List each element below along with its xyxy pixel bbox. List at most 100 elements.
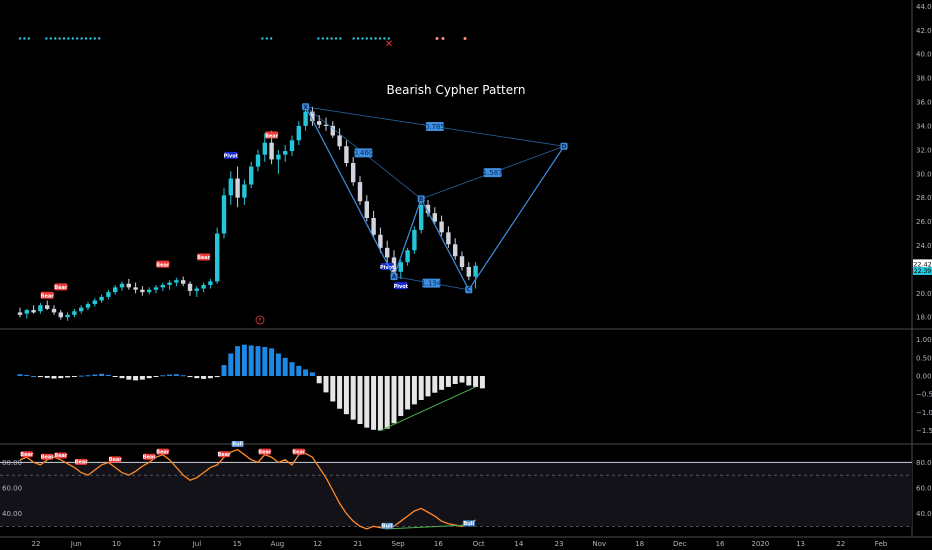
x-tick-label: Jun — [70, 540, 82, 548]
candle-body — [215, 233, 220, 282]
hist-bar — [398, 376, 404, 416]
candle-body — [289, 140, 295, 152]
candle-body — [51, 308, 57, 313]
hist-bar — [289, 362, 295, 376]
signal-dot — [378, 37, 382, 40]
candle-body — [153, 287, 159, 290]
candle-body — [473, 265, 478, 277]
hist-bar — [99, 373, 105, 376]
candle-body — [351, 163, 356, 183]
candle-body — [453, 244, 458, 257]
candle-body — [187, 283, 193, 291]
signal-dot — [321, 37, 324, 40]
pattern-point-label: D — [562, 143, 567, 150]
rsi-tick-label: 80.00 — [2, 459, 22, 467]
rsi-tag-label: Bull — [232, 442, 243, 448]
signal-dot — [80, 37, 83, 40]
rsi-band — [0, 462, 912, 527]
x-tick-label: 22 — [836, 540, 845, 548]
hist-bar — [350, 376, 356, 420]
signal-dot — [71, 37, 75, 40]
signal-dot — [265, 37, 268, 40]
signal-dot — [67, 37, 70, 40]
signal-dot — [370, 37, 373, 40]
hist-bar — [37, 376, 43, 378]
hist-bar — [71, 376, 77, 377]
hist-bar — [51, 376, 57, 379]
f-marker-label: F — [259, 318, 262, 324]
x-tick-label: 23 — [555, 540, 564, 548]
pattern-ratio-label: 1.587 — [483, 169, 503, 177]
hist-bar — [119, 376, 125, 379]
x-tick-label: 13 — [796, 540, 805, 548]
rsi-tag-label: Bear — [41, 454, 55, 460]
candle-body — [113, 287, 118, 293]
signal-dot — [54, 37, 57, 40]
x-tick-label: 21 — [353, 540, 362, 548]
signal-tag-label: Bear — [156, 262, 170, 268]
candle-body — [221, 195, 227, 234]
x-tick-label: 18 — [635, 540, 644, 548]
candle-body — [119, 283, 125, 288]
signal-tag-label: Bear — [265, 133, 279, 139]
signal-tag-label: Bear — [54, 285, 68, 291]
signal-dot — [58, 37, 61, 40]
hist-tick-label: 0.50 — [916, 354, 932, 362]
candle-body — [344, 146, 349, 163]
x-tick-label: 16 — [434, 540, 443, 548]
candle-body — [439, 221, 444, 233]
chart-root: ✕ F Bear Bear Bear Bear Pivot Bear Pivot Pivot 0.… — [0, 0, 932, 550]
x-tick-label: Feb — [875, 540, 888, 548]
candle-body — [45, 305, 50, 309]
hist-tick-label: 1.00 — [916, 336, 932, 344]
hist-bar — [78, 375, 84, 377]
hist-bar — [466, 376, 472, 386]
candle-body — [17, 312, 23, 315]
hist-bar — [17, 374, 23, 376]
signal-dot — [361, 37, 364, 40]
candle-body — [167, 282, 172, 285]
candle-body — [99, 296, 104, 301]
hist-bar — [275, 353, 281, 376]
candle-body — [432, 213, 437, 222]
candle-body — [79, 307, 84, 312]
signal-dot — [326, 37, 329, 40]
candle-body — [364, 201, 369, 218]
hist-bar — [160, 375, 166, 377]
price-tick-label: 28.00 — [916, 194, 932, 202]
hist-tick-label: 0.00 — [916, 373, 932, 381]
hist-tick-label: −1.50 — [916, 427, 932, 435]
candle-body — [140, 289, 145, 293]
candle-body — [160, 284, 165, 288]
rsi-tag-label: Bull — [382, 523, 393, 529]
x-tick-label: Sep — [392, 540, 406, 548]
hist-bar — [221, 365, 227, 376]
x-tick-label: 12 — [313, 540, 322, 548]
signal-tag-label: Pivot — [224, 154, 239, 160]
candle-body — [58, 312, 63, 318]
pattern-point-label: A — [392, 274, 397, 281]
signal-dot — [18, 37, 22, 40]
candle-body — [126, 283, 131, 288]
price-tick-label: 26.00 — [916, 218, 932, 226]
candle-body — [303, 111, 308, 126]
pattern-ratio-label: 1.154 — [421, 280, 442, 288]
signal-dot — [27, 37, 30, 40]
candle-body — [283, 151, 288, 155]
hist-bar — [418, 376, 424, 400]
signal-dot — [49, 37, 52, 40]
rsi-tag-label: Bear — [156, 449, 170, 455]
x-tick-label: Dec — [673, 540, 687, 548]
chart-svg: ✕FBearBearBearBearPivotBearPivotPivot 0.… — [0, 0, 932, 550]
price-tick-label: 42.00 — [916, 27, 932, 35]
hist-bar — [167, 374, 173, 376]
hist-bar — [330, 376, 336, 402]
pattern-point-label: C — [467, 287, 472, 294]
hist-tick-label: −0.50 — [916, 391, 932, 399]
hist-bar — [439, 376, 445, 390]
candle-body — [459, 256, 465, 268]
candle-body — [412, 229, 417, 251]
hist-bar — [194, 376, 200, 379]
secondary-price-label: 22.39 — [914, 268, 931, 275]
hist-bar — [459, 376, 465, 383]
